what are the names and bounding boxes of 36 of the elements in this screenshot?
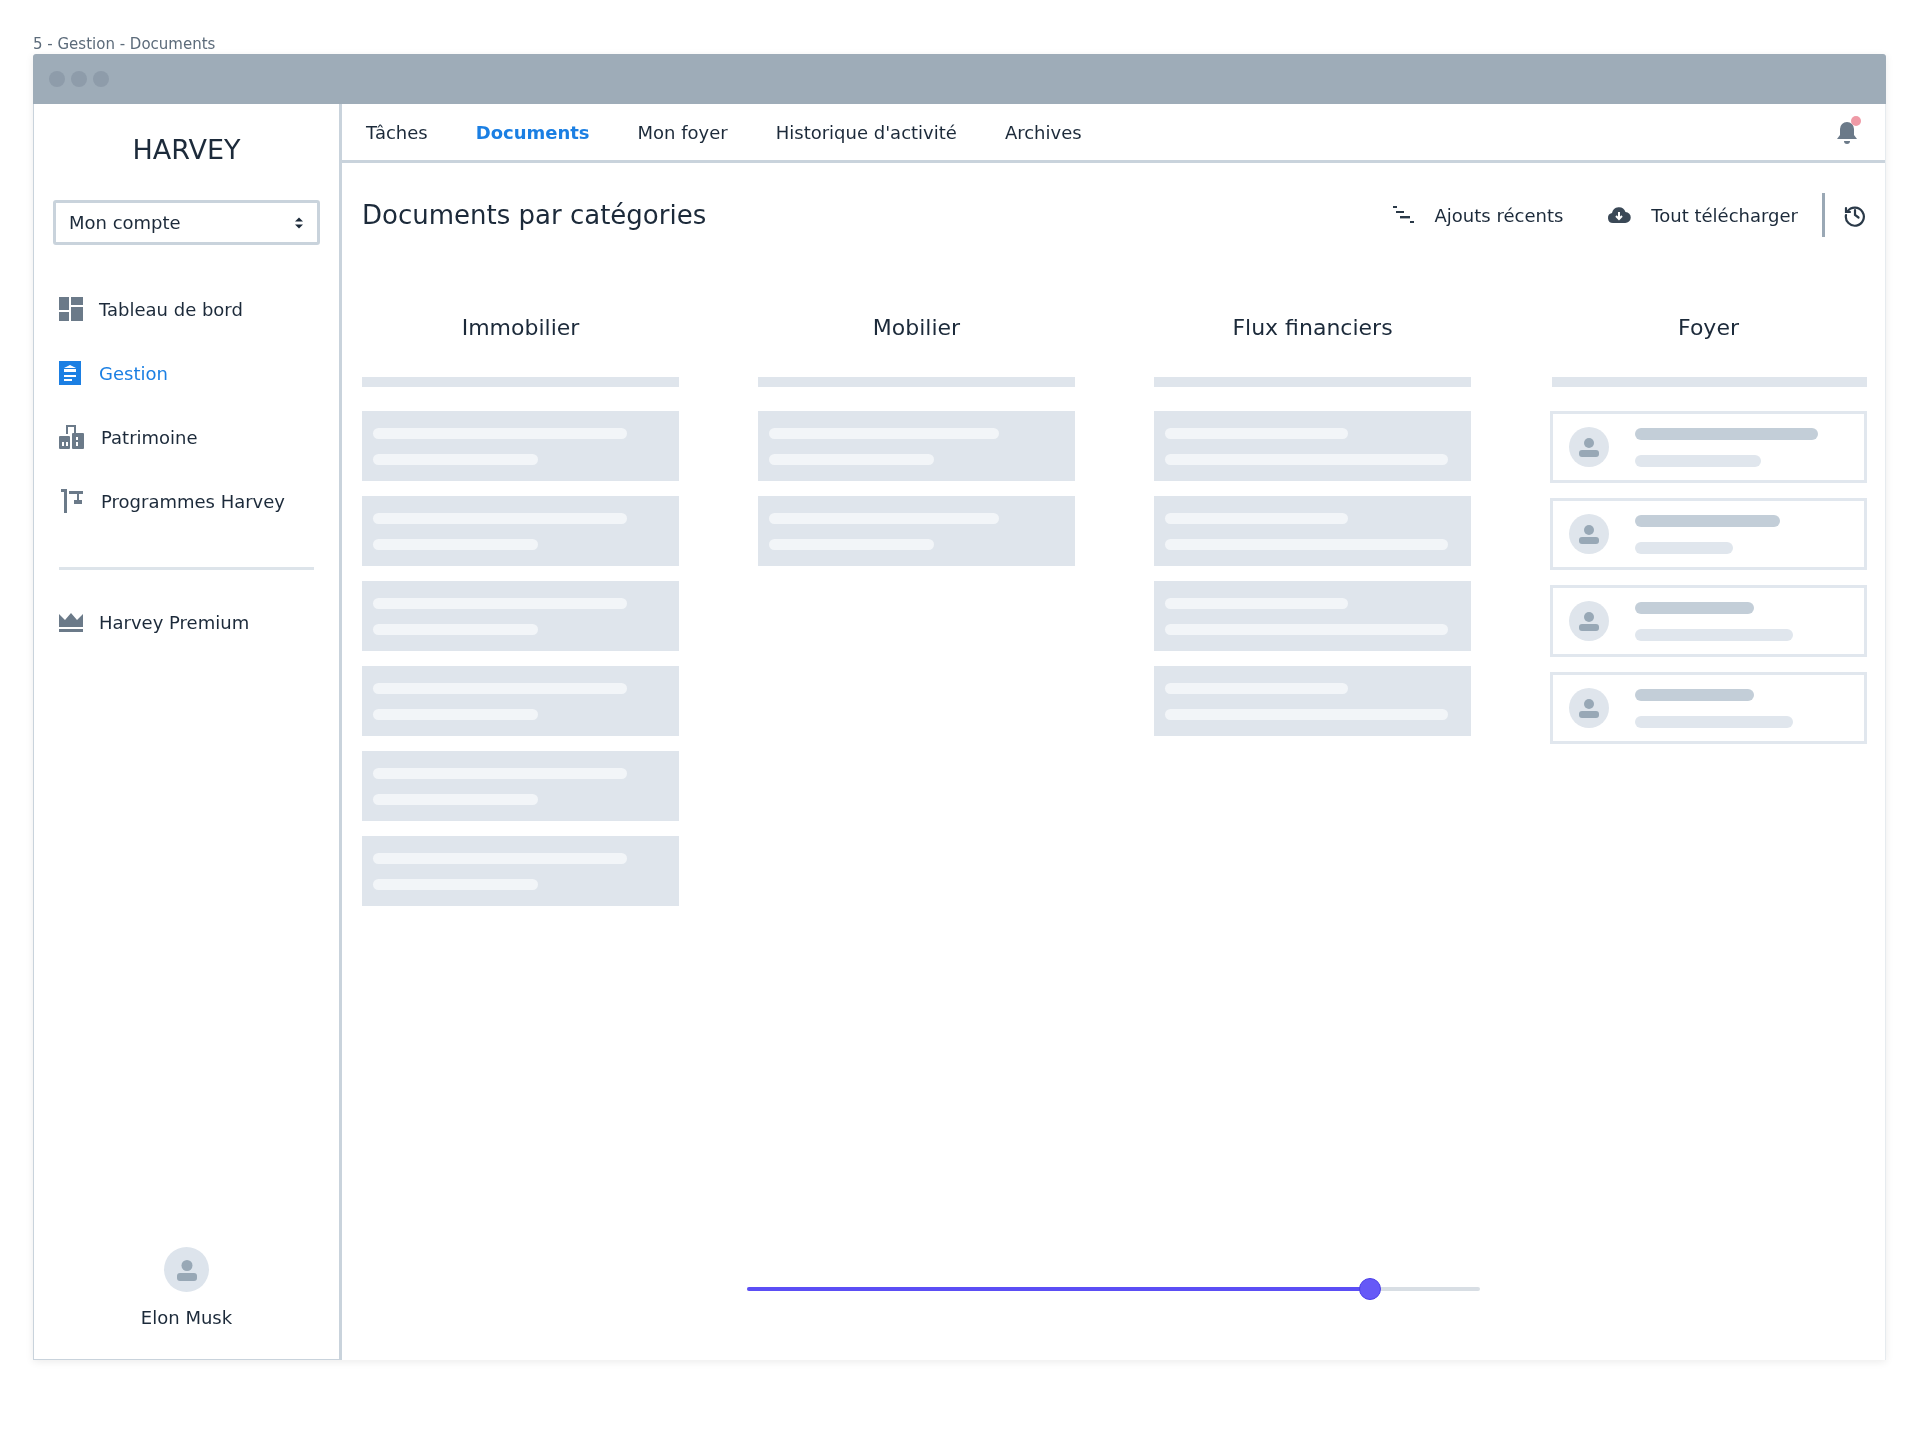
nav-tab[interactable]: Documents xyxy=(473,118,592,146)
dashboard-icon xyxy=(59,297,83,321)
toolbar-button[interactable]: Tout télécharger xyxy=(1607,201,1798,229)
document-bank-icon xyxy=(59,361,83,385)
sort-lines-icon xyxy=(1392,206,1415,224)
nav-tab[interactable]: Tâches xyxy=(364,118,430,146)
column-heading: Immobilier xyxy=(460,314,581,342)
crown-icon xyxy=(59,612,83,632)
avatar-icon xyxy=(1569,601,1609,641)
account-select[interactable]: Mon compte xyxy=(53,200,320,245)
cloud-download-icon xyxy=(1607,206,1632,224)
user-name: Elon Musk xyxy=(140,1306,233,1330)
buildings-icon xyxy=(59,425,85,449)
avatar-icon xyxy=(1569,427,1609,467)
sidebar-item[interactable]: Tableau de bord xyxy=(59,289,314,329)
premium-link[interactable]: Harvey Premium xyxy=(59,602,314,642)
user-avatar[interactable] xyxy=(164,1247,209,1292)
column-heading: Foyer xyxy=(1677,314,1740,342)
column-heading: Flux financiers xyxy=(1231,314,1394,342)
nav-tab[interactable]: Mon foyer xyxy=(635,118,730,146)
select-arrows-icon xyxy=(294,215,304,230)
slider-thumb[interactable] xyxy=(1359,1278,1382,1300)
nav-tab[interactable]: Historique d'activité xyxy=(773,118,959,146)
nav-tab[interactable]: Archives xyxy=(1002,118,1084,146)
avatar-icon xyxy=(1569,688,1609,728)
avatar-icon xyxy=(1569,514,1609,554)
notification-bell-icon[interactable] xyxy=(1835,119,1859,145)
page-title: Documents par catégories xyxy=(362,198,707,232)
toolbar-button[interactable]: Ajouts récents xyxy=(1392,201,1564,229)
sidebar-item[interactable]: Programmes Harvey xyxy=(59,481,314,521)
sidebar-item[interactable]: Patrimoine xyxy=(59,417,314,457)
sidebar-item[interactable]: Gestion xyxy=(59,353,314,393)
podium-icon xyxy=(59,488,85,514)
column-heading: Mobilier xyxy=(871,314,962,342)
page-caption: 5 - Gestion - Documents xyxy=(33,34,217,54)
brand-name: HARVEY xyxy=(131,133,242,167)
